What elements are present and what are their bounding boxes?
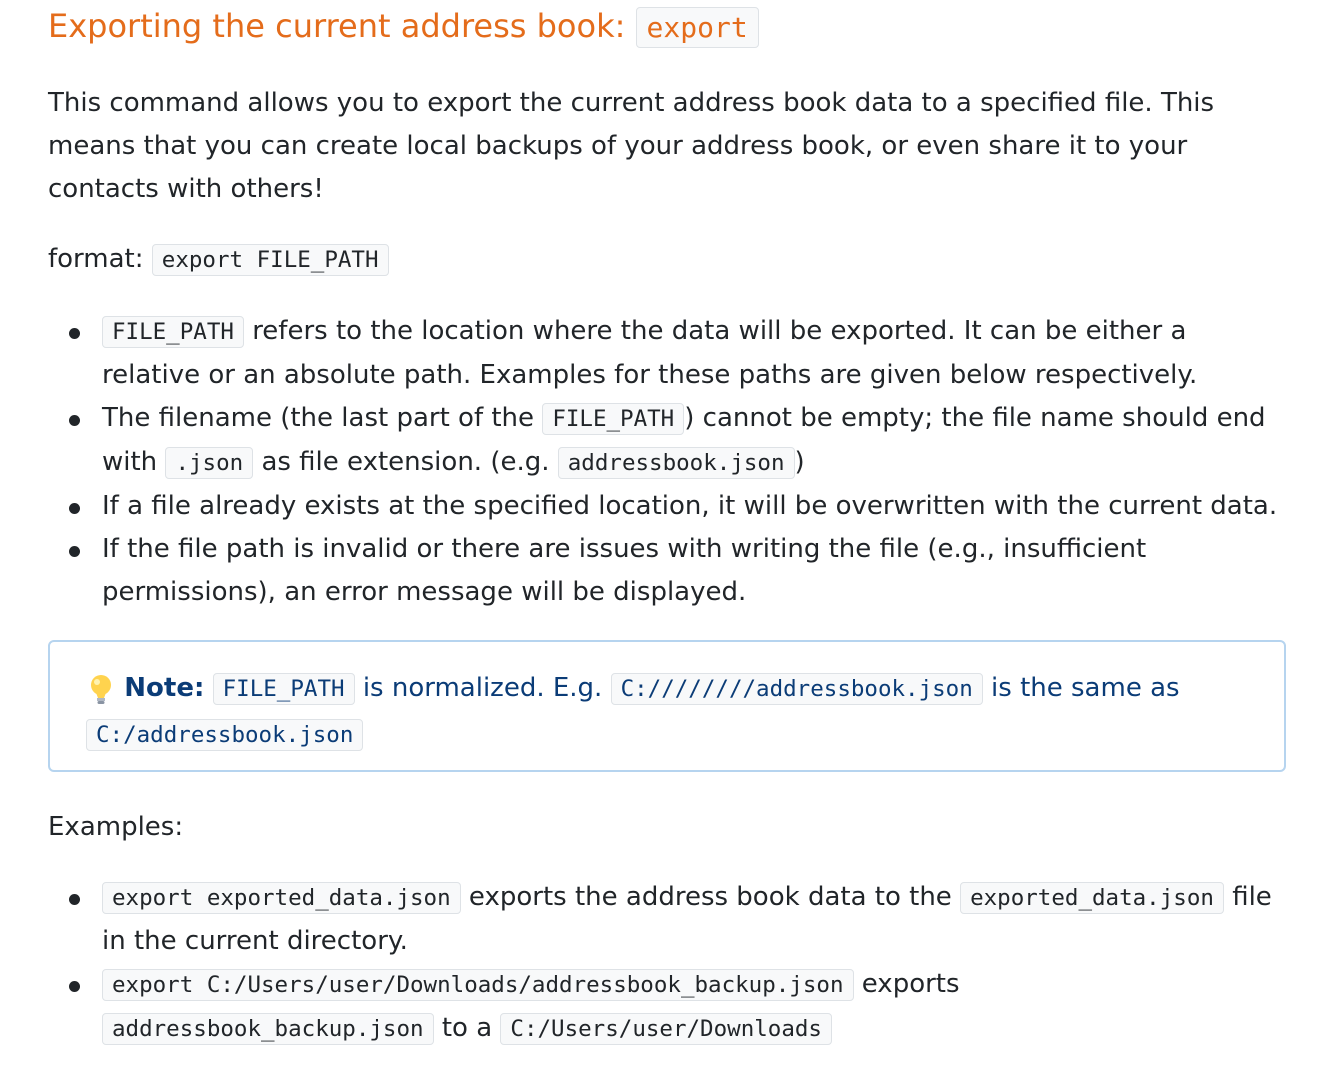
list-item-text: exports [861, 969, 960, 999]
list-item: export exported_data.json exports the ad… [48, 876, 1288, 963]
parameter-list: FILE_PATH refers to the location where t… [48, 310, 1288, 614]
list-item-text: exports the address book data to the [468, 882, 952, 912]
note-text: is the same as [991, 673, 1180, 703]
examples-label: Examples: [48, 812, 184, 842]
inline-code: FILE_PATH [102, 316, 244, 348]
inline-code: addressbook_backup.json [102, 1013, 434, 1045]
heading-code: export [635, 7, 759, 48]
intro-paragraph: This command allows you to export the cu… [48, 88, 1215, 204]
heading-text: Exporting the current address book: [48, 7, 626, 45]
list-item: If a file already exists at the specifie… [48, 485, 1288, 528]
format-label: format: [48, 244, 144, 274]
note-box: Note: FILE_PATH is normalized. E.g. C://… [48, 640, 1286, 772]
list-item-text: If a file already exists at the specifie… [102, 491, 1278, 521]
section-heading: Exporting the current address book: expo… [48, 2, 759, 52]
list-item-text: refers to the location where the data wi… [102, 316, 1198, 390]
list-item: FILE_PATH refers to the location where t… [48, 310, 1288, 397]
list-item: The filename (the last part of the FILE_… [48, 397, 1288, 485]
note-label: Note: [124, 673, 205, 703]
list-item-text: If the file path is invalid or there are… [102, 534, 1147, 607]
list-item: export C:/Users/user/Downloads/addressbo… [48, 963, 1288, 1051]
inline-code: export exported_data.json [102, 882, 461, 914]
list-item-text: ) [794, 447, 805, 477]
list-item-text: to a [441, 1013, 493, 1043]
inline-code: exported_data.json [960, 882, 1224, 914]
inline-code: C:/Users/user/Downloads [500, 1013, 832, 1045]
inline-code: FILE_PATH [212, 673, 355, 705]
list-item: If the file path is invalid or there are… [48, 528, 1288, 614]
format-code: export FILE_PATH [151, 244, 389, 276]
note-text: is normalized. E.g. [362, 673, 603, 703]
format-line: format: export FILE_PATH [48, 238, 389, 282]
lightbulb-icon [86, 666, 116, 711]
examples-list: export exported_data.json exports the ad… [48, 876, 1288, 1051]
list-item-text: The filename (the last part of the [102, 403, 535, 433]
list-item-text: as file extension. (e.g. [261, 447, 550, 477]
inline-code: export C:/Users/user/Downloads/addressbo… [102, 969, 854, 1001]
inline-code: C:////////addressbook.json [610, 673, 983, 705]
inline-code: addressbook.json [557, 447, 795, 479]
inline-code: .json [165, 447, 254, 479]
inline-code: FILE_PATH [542, 403, 685, 435]
inline-code: C:/addressbook.json [86, 719, 364, 751]
